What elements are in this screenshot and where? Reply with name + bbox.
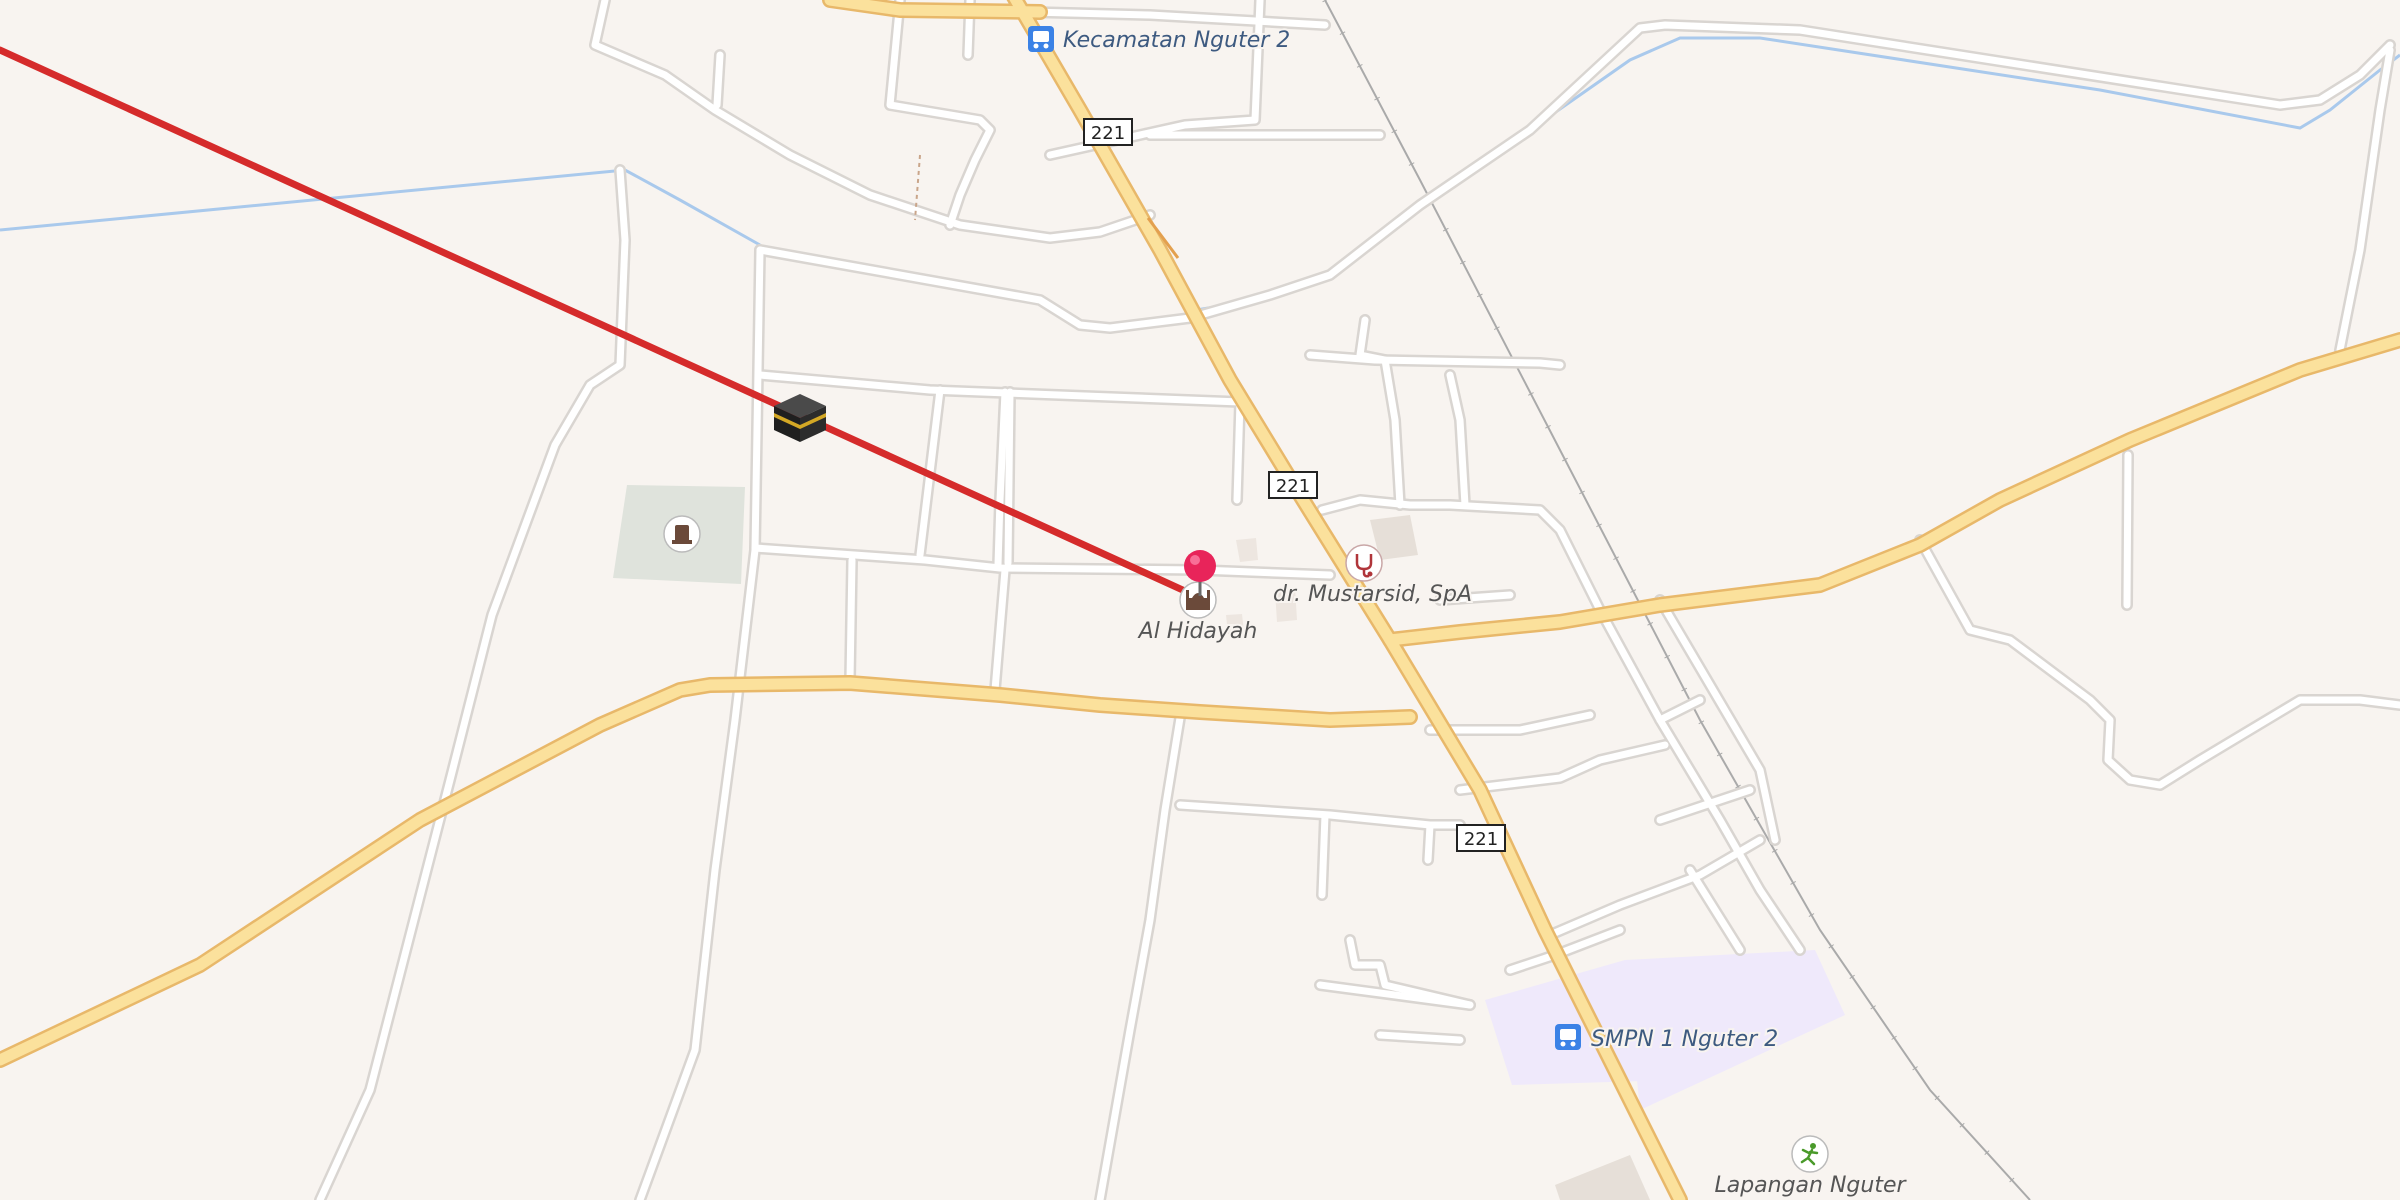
bus-stop-icon[interactable]: [1555, 1024, 1581, 1050]
route-shield-label: 221: [1276, 476, 1310, 497]
building: [1236, 538, 1258, 562]
doctor-label: dr. Mustarsid, SpA: [1273, 582, 1472, 607]
kaaba-icon[interactable]: [774, 394, 826, 442]
route-shield-label: 221: [1091, 123, 1125, 144]
route-shield-label: 221: [1464, 829, 1498, 850]
sports-pitch-icon[interactable]: [1791, 1135, 1829, 1173]
cemetery-icon[interactable]: [663, 515, 701, 553]
qibla-direction-line: [0, 46, 1202, 601]
map-canvas[interactable]: 221 221 221 Kecamatan Nguter 2 SMPN 1 Ng…: [0, 0, 2400, 1200]
mosque-label: Al Hidayah: [1137, 619, 1258, 644]
doctor-icon[interactable]: [1345, 544, 1383, 582]
mosque-icon[interactable]: [1179, 581, 1217, 619]
pitch-label: Lapangan Nguter: [1714, 1173, 1907, 1198]
bus-stop-icon[interactable]: [1028, 26, 1054, 52]
bus-stop-label: Kecamatan Nguter 2: [1063, 28, 1290, 53]
route-shield: 221: [1083, 118, 1133, 146]
route-shield: 221: [1268, 471, 1318, 499]
waterway: [0, 36, 2400, 314]
building: [1555, 1155, 1650, 1200]
route-shield: 221: [1456, 824, 1506, 852]
bus-stop-label: SMPN 1 Nguter 2: [1591, 1027, 1778, 1052]
